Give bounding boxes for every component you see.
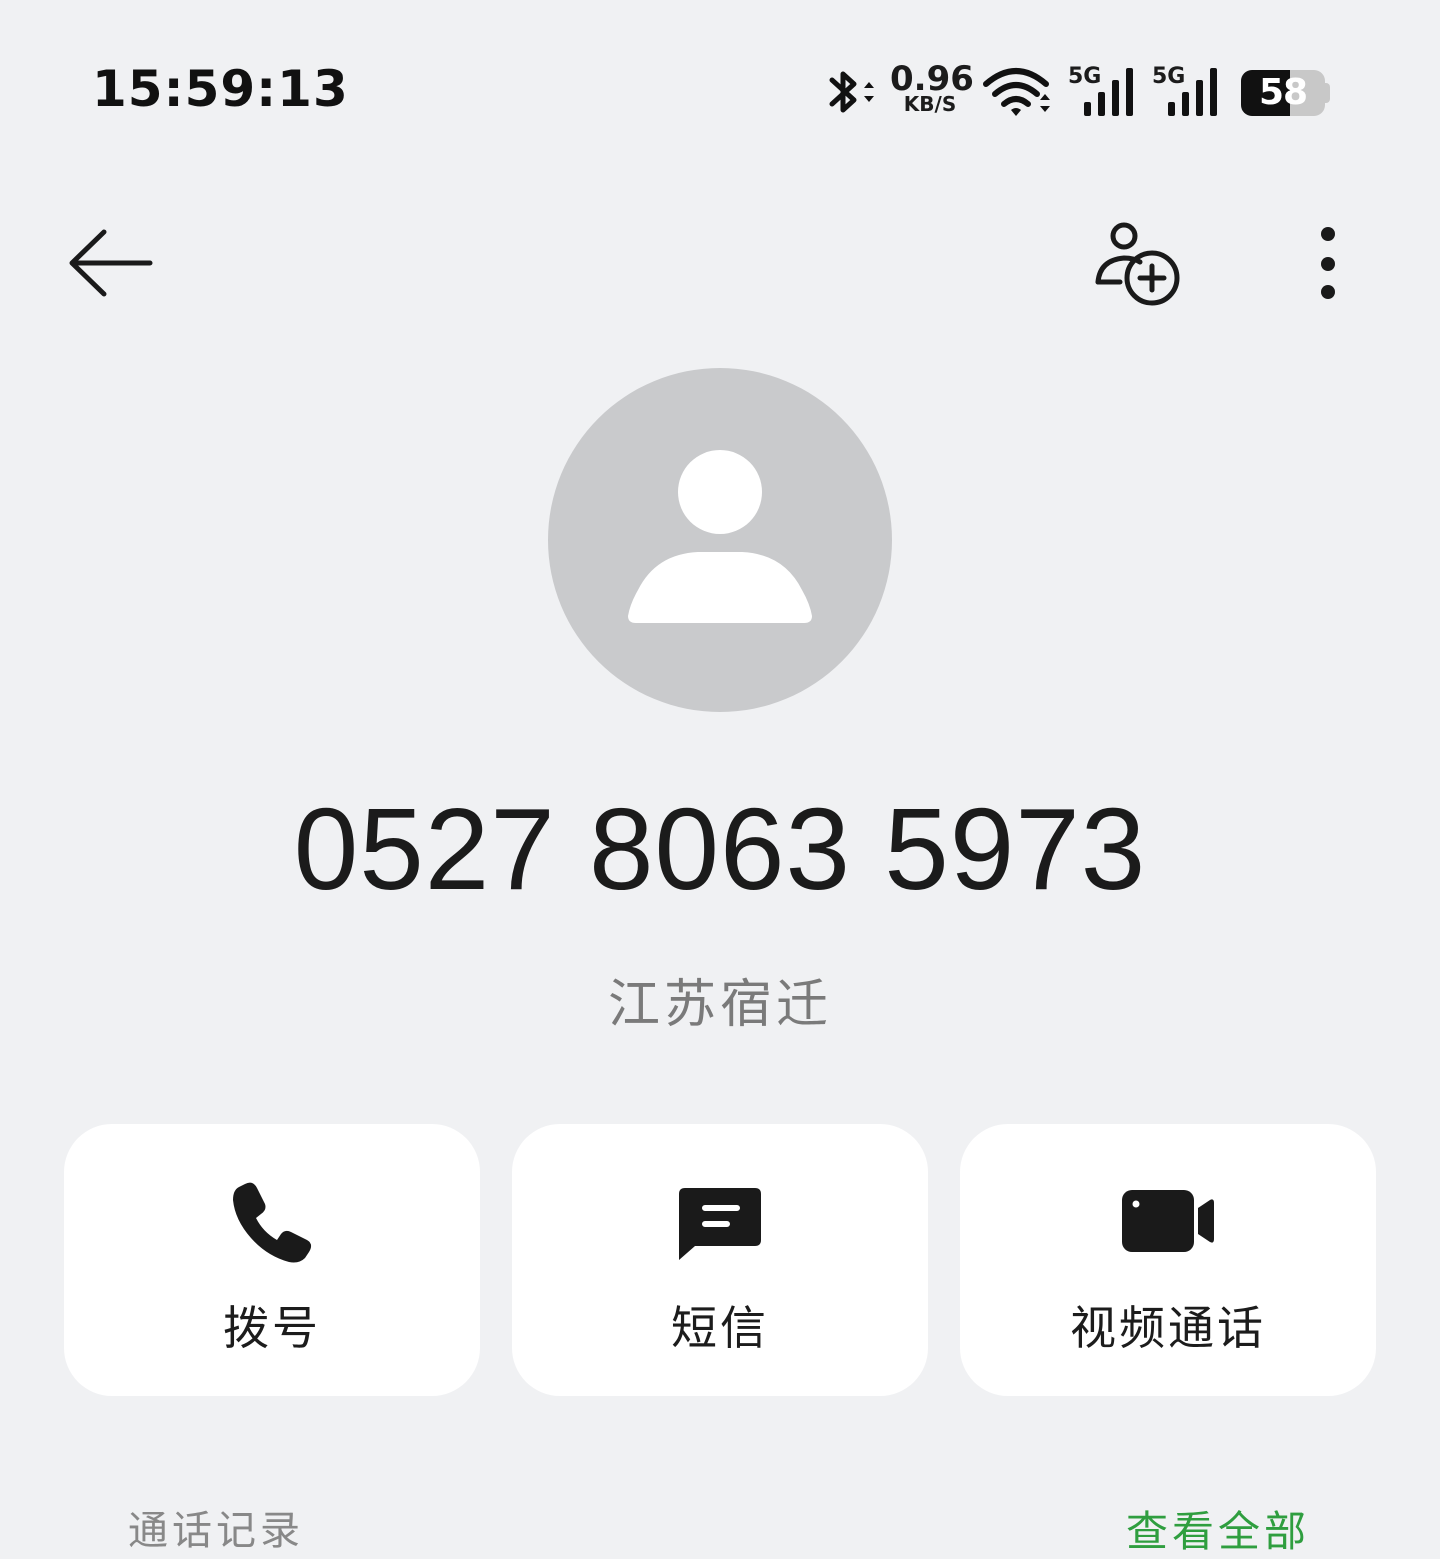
back-arrow-icon bbox=[69, 229, 153, 297]
signal-icon bbox=[1084, 68, 1133, 116]
video-call-label: 视频通话 bbox=[1070, 1301, 1266, 1355]
bluetooth-icon bbox=[829, 71, 874, 113]
message-button[interactable]: 短信 bbox=[512, 1124, 928, 1396]
more-vertical-icon bbox=[1321, 227, 1335, 299]
person-icon bbox=[628, 450, 812, 623]
number-location: 江苏宿迁 bbox=[607, 975, 832, 1035]
battery-icon: 58 bbox=[1241, 70, 1325, 116]
video-camera-icon bbox=[1120, 1176, 1216, 1270]
video-call-button[interactable]: 视频通话 bbox=[960, 1124, 1376, 1396]
phone-icon bbox=[227, 1176, 317, 1270]
more-options-button[interactable] bbox=[1290, 212, 1366, 312]
dial-label: 拨号 bbox=[223, 1301, 321, 1355]
status-time: 15:59:13 bbox=[92, 60, 349, 118]
add-contact-icon bbox=[1095, 222, 1180, 306]
battery-tip bbox=[1325, 83, 1330, 103]
back-button[interactable] bbox=[50, 210, 170, 320]
wifi-icon bbox=[983, 68, 1050, 116]
message-icon bbox=[675, 1176, 765, 1270]
message-label: 短信 bbox=[671, 1301, 769, 1355]
battery-level: 58 bbox=[1258, 72, 1308, 113]
net-speed: 0.96 KB/S bbox=[890, 59, 974, 114]
call-log-title: 通话记录 bbox=[128, 1508, 304, 1554]
view-all-link[interactable]: 查看全部 bbox=[1126, 1498, 1310, 1559]
add-contact-button[interactable] bbox=[1084, 212, 1194, 322]
avatar bbox=[548, 368, 892, 712]
signal-icon bbox=[1168, 68, 1217, 116]
dial-button[interactable]: 拨号 bbox=[64, 1124, 480, 1396]
net-speed-value: 0.96 bbox=[890, 59, 974, 99]
phone-number[interactable]: 0527 8063 5973 bbox=[0, 782, 1440, 916]
